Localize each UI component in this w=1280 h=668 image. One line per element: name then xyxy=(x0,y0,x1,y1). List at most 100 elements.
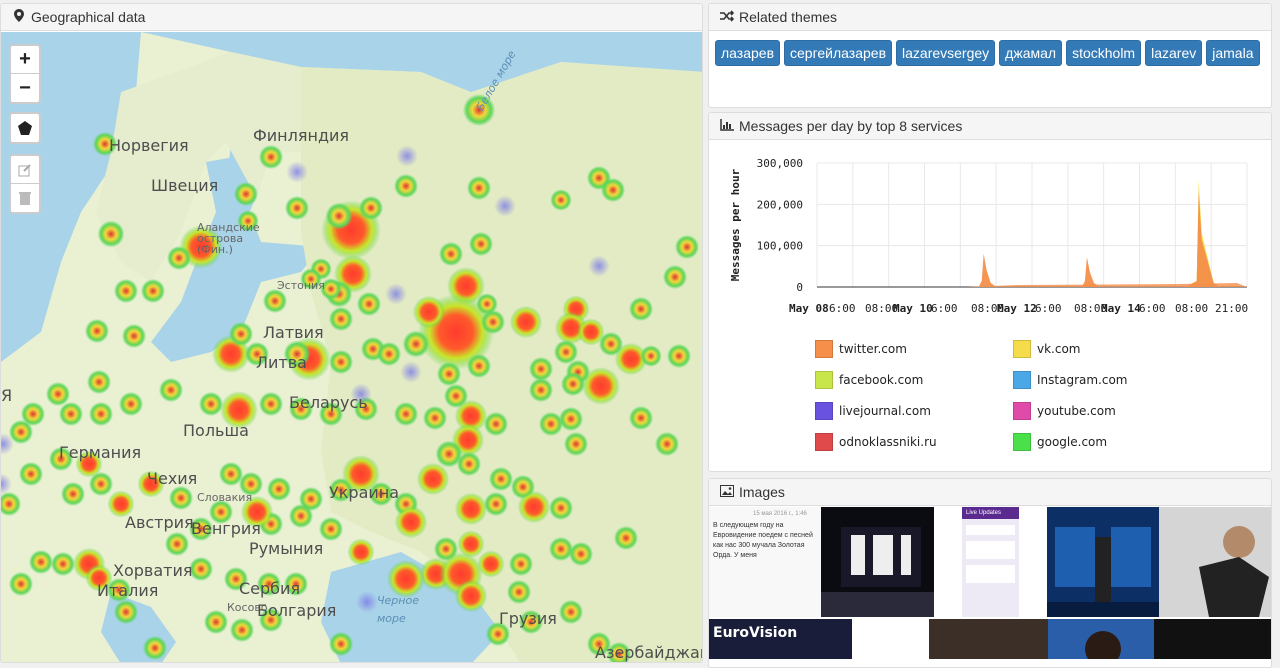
heat-spot xyxy=(284,195,310,221)
map-label: Италия xyxy=(97,581,159,600)
map-label: Азербайджан xyxy=(595,643,703,662)
x-tick-label: 21:00 xyxy=(1215,302,1248,315)
heat-spot xyxy=(400,361,422,383)
image-thumb-3[interactable]: Live Updates xyxy=(934,507,1047,617)
legend-item[interactable]: odnoklassniki.ru xyxy=(815,433,937,451)
legend-label: vk.com xyxy=(1037,342,1081,356)
heat-spot xyxy=(358,195,384,221)
heat-spot xyxy=(416,462,450,496)
map-label: Грузия xyxy=(499,609,557,628)
messages-chart: 0 100,000 200,000 300,000 Messages per hour M… xyxy=(729,157,1248,315)
legend-label: twitter.com xyxy=(839,342,907,356)
heat-spot xyxy=(88,471,114,497)
messages-panel-title: Messages per day by top 8 services xyxy=(739,118,963,134)
image-thumb-5[interactable] xyxy=(1159,507,1271,617)
x-tick-label: 6:00 xyxy=(931,302,958,315)
heat-spot xyxy=(558,599,584,625)
heat-spot xyxy=(328,306,354,332)
heat-spot xyxy=(568,541,594,567)
heat-spot xyxy=(468,231,494,257)
heat-spot xyxy=(466,175,492,201)
image-thumb-8[interactable] xyxy=(929,619,1048,659)
heatmap-map[interactable]: Норвегия Финляндия Швеция Аландские острова… xyxy=(1,32,703,663)
draw-polygon-button[interactable] xyxy=(11,114,39,142)
heat-spot xyxy=(528,356,554,382)
legend-swatch xyxy=(1013,433,1031,451)
heat-spot xyxy=(528,377,554,403)
tag-lazarev[interactable]: lazarev xyxy=(1145,40,1203,66)
map-label: Румыния xyxy=(249,539,324,558)
area-twitter.com xyxy=(978,253,997,287)
map-label: Украина xyxy=(329,483,400,502)
y-axis-label: Messages per hour xyxy=(729,168,742,281)
heat-spot xyxy=(8,571,34,597)
image-thumb-9[interactable] xyxy=(1048,619,1154,659)
image-thumb-2[interactable] xyxy=(821,507,934,617)
legend-swatch xyxy=(815,433,833,451)
legend-item[interactable]: google.com xyxy=(1013,433,1107,451)
map-canvas[interactable] xyxy=(1,32,703,663)
y-tick-label: 200,000 xyxy=(757,198,803,211)
heat-spot xyxy=(258,391,284,417)
heat-spot xyxy=(628,296,654,322)
image-thumb-10[interactable] xyxy=(1154,619,1271,659)
y-tick-label: 0 xyxy=(796,281,803,294)
tag-sergeylazarev-ru[interactable]: сергейлазарев xyxy=(784,40,893,66)
zoom-in-button[interactable]: + xyxy=(11,46,39,74)
legend-label: odnoklassniki.ru xyxy=(839,435,937,449)
heat-spot xyxy=(229,617,255,643)
heat-spot xyxy=(402,330,430,358)
map-label: Финляндия xyxy=(253,126,350,145)
messages-chart-panel: Messages per day by top 8 services 0 100,… xyxy=(708,112,1272,472)
area-baseline xyxy=(967,283,1247,287)
legend-item[interactable]: vk.com xyxy=(1013,340,1081,358)
tag-lazarev-ru[interactable]: лазарев xyxy=(715,40,781,66)
legend-swatch xyxy=(1013,402,1031,420)
legend-item[interactable]: livejournal.com xyxy=(815,402,931,420)
related-themes-panel: Related themes лазарев сергейлазарев laz… xyxy=(708,3,1272,108)
legend-label: livejournal.com xyxy=(839,404,931,418)
heat-spot xyxy=(347,538,375,566)
map-label: Латвия xyxy=(263,323,324,342)
heat-spot xyxy=(550,189,572,211)
tag-stockholm[interactable]: stockholm xyxy=(1066,40,1142,66)
heat-spot xyxy=(494,195,516,217)
live-updates-title: Live Updates xyxy=(962,507,1019,519)
map-label: Австрия xyxy=(125,513,194,532)
heat-spot xyxy=(477,550,505,578)
scoreboard-stage-graphic xyxy=(1047,527,1159,617)
zoom-out-button[interactable]: − xyxy=(11,74,39,102)
legend-item[interactable]: youtube.com xyxy=(1013,402,1116,420)
images-panel-title: Images xyxy=(739,484,785,500)
image-1-date: 15 мая 2016 г., 1:46 xyxy=(753,511,807,517)
geo-panel: Geographical data Норвегия Финляндия Шве… xyxy=(0,3,703,663)
image-thumb-1[interactable]: 15 мая 2016 г., 1:46 В следующем году на… xyxy=(709,507,821,617)
legend-swatch xyxy=(815,340,833,358)
heat-spot xyxy=(654,431,680,457)
x-tick-label: 6:00 xyxy=(829,302,856,315)
image-thumb-7[interactable] xyxy=(852,619,929,659)
tag-jamala[interactable]: jamala xyxy=(1206,40,1260,66)
legend-item[interactable]: Instagram.com xyxy=(1013,371,1128,389)
themes-panel-header: Related themes xyxy=(709,4,1271,31)
legend-item[interactable]: twitter.com xyxy=(815,340,907,358)
heat-spot xyxy=(508,551,534,577)
tag-dzhamal-ru[interactable]: джамал xyxy=(999,40,1063,66)
map-label: Хорватия xyxy=(113,561,193,580)
heat-spot xyxy=(50,551,76,577)
map-label: Германия xyxy=(59,443,142,462)
heat-spot xyxy=(258,144,284,170)
tag-lazarevsergey[interactable]: lazarevsergey xyxy=(896,40,996,66)
heat-spot xyxy=(422,405,448,431)
delete-layers-button[interactable] xyxy=(11,184,39,212)
image-thumb-4[interactable] xyxy=(1047,507,1159,617)
image-thumb-6[interactable]: EuroVision xyxy=(709,619,852,659)
heat-spot xyxy=(328,349,354,375)
heat-spot xyxy=(588,255,610,277)
edit-layers-button[interactable] xyxy=(11,156,39,184)
map-marker-icon xyxy=(11,9,27,25)
legend-swatch xyxy=(1013,340,1031,358)
x-tick-label: May 08 xyxy=(789,302,829,315)
heat-spot xyxy=(396,145,418,167)
legend-item[interactable]: facebook.com xyxy=(815,371,923,389)
